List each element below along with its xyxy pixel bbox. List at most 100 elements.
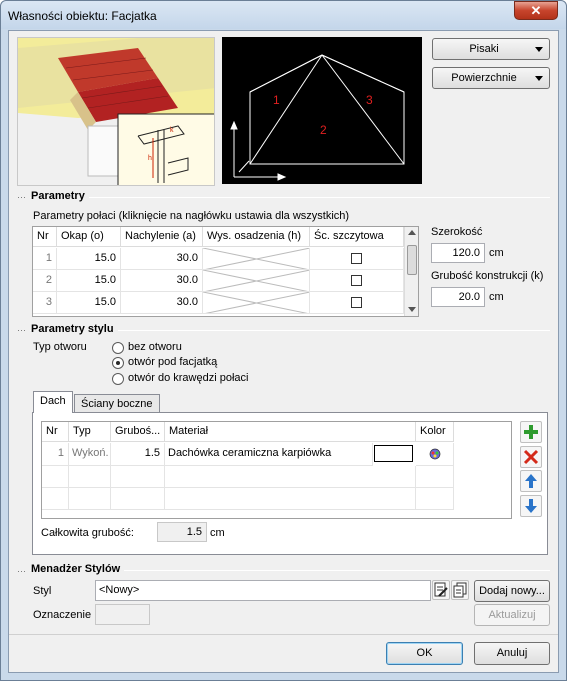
cell-sciana[interactable]: [310, 270, 404, 292]
radio-bez-otworu[interactable]: [112, 342, 124, 354]
scroll-thumb[interactable]: [407, 245, 417, 275]
layers-table[interactable]: Nr Typ Gruboś... Materiał Kolor 1 Wykoń.…: [41, 421, 512, 519]
plus-icon: [524, 425, 538, 439]
dormer-illustration: k h: [18, 38, 214, 185]
empty-cell: [69, 488, 111, 510]
empty-cell: [69, 466, 111, 488]
col-header-sciana[interactable]: Śc. szczytowa: [310, 227, 404, 247]
szerokosc-unit: cm: [489, 247, 504, 259]
delete-x-icon: [523, 449, 539, 465]
szerokosc-label: Szerokość: [431, 226, 483, 238]
empty-cell: [416, 466, 454, 488]
cell-wys-disabled: [203, 292, 310, 314]
params-hint: Parametry połaci (kliknięcie na nagłówku…: [33, 210, 350, 222]
sciana-checkbox[interactable]: [351, 297, 362, 308]
cell-nachylenie[interactable]: 30.0: [121, 292, 203, 314]
grubosc-label: Grubość konstrukcji (k): [431, 270, 544, 282]
roof-params-table[interactable]: Nr Okap (o) Nachylenie (a) Wys. osadzeni…: [32, 226, 419, 317]
copy-style-button[interactable]: [451, 580, 469, 600]
move-down-button[interactable]: [520, 495, 542, 517]
disabled-cell-hatch: [203, 248, 309, 269]
col-header-typ: Typ: [69, 422, 111, 442]
cell-wys-disabled: [203, 248, 310, 270]
total-thickness-unit: cm: [210, 527, 225, 539]
add-new-style-button[interactable]: Dodaj nowy...: [474, 580, 550, 602]
section-divider: [30, 197, 550, 198]
update-style-button[interactable]: Aktualizuj: [474, 604, 550, 626]
radio-pod-facjatka-label[interactable]: otwór pod facjatką: [128, 356, 217, 368]
cancel-button[interactable]: Anuluj: [474, 642, 550, 665]
empty-cell: [111, 488, 165, 510]
col-header-wys[interactable]: Wys. osadzenia (h): [203, 227, 310, 247]
col-header-nr[interactable]: Nr: [33, 227, 57, 247]
move-up-button[interactable]: [520, 470, 542, 492]
close-button[interactable]: ✕: [514, 1, 558, 20]
cell-nachylenie[interactable]: 30.0: [121, 270, 203, 292]
scroll-up-icon[interactable]: [408, 230, 416, 235]
col-header-material: Materiał: [165, 422, 416, 442]
szerokosc-input[interactable]: 120.0: [431, 243, 485, 263]
layer-nr: 1: [42, 443, 69, 466]
radio-do-krawedzi[interactable]: [112, 373, 124, 385]
svg-text:k: k: [170, 127, 174, 134]
edit-style-button[interactable]: [432, 580, 450, 600]
svg-text:h: h: [148, 155, 152, 162]
layer-kolor[interactable]: [416, 443, 454, 466]
col-header-nachylenie[interactable]: Nachylenie (a): [121, 227, 203, 247]
oznaczenie-label: Oznaczenie: [33, 609, 92, 621]
layer-material[interactable]: Dachówka ceramiczna karpiówka: [165, 443, 373, 466]
empty-cell: [42, 466, 69, 488]
row-nr: 1: [33, 248, 57, 270]
radio-bez-otworu-label[interactable]: bez otworu: [128, 341, 182, 353]
layer-typ[interactable]: Wykoń.: [69, 443, 111, 466]
section-grip-icon: ⋯: [17, 325, 27, 335]
sciana-checkbox[interactable]: [351, 275, 362, 286]
styl-label: Styl: [33, 585, 52, 597]
layer-grubosc[interactable]: 1.5: [111, 443, 165, 466]
tab-dach[interactable]: Dach: [33, 391, 73, 413]
empty-cell: [416, 488, 454, 510]
powierzchnie-dropdown-button[interactable]: Powierzchnie: [432, 67, 550, 89]
window-title: Własności obiektu: Facjatka: [8, 9, 157, 23]
roof-plane-diagram: [230, 54, 405, 181]
cell-nachylenie[interactable]: 30.0: [121, 248, 203, 270]
row-nr: 3: [33, 292, 57, 314]
manager-section-header: Menadżer Stylów: [31, 563, 125, 575]
typ-otworu-label: Typ otworu: [33, 341, 87, 353]
document-edit-icon: [434, 582, 448, 597]
cell-wys-disabled: [203, 270, 310, 292]
oznaczenie-input: [95, 604, 150, 625]
section-grip-icon: ⋯: [17, 566, 27, 576]
pisaki-dropdown-button[interactable]: Pisaki: [432, 38, 550, 60]
footer-divider: [9, 634, 558, 635]
cell-sciana[interactable]: [310, 292, 404, 314]
add-layer-button[interactable]: [520, 421, 542, 443]
plane-label-2: 2: [320, 123, 327, 137]
dormer-3d-preview: k h: [17, 37, 215, 186]
total-thickness-label: Całkowita grubość:: [41, 527, 134, 539]
col-header-okap[interactable]: Okap (o): [57, 227, 121, 247]
tab-sciany-boczne[interactable]: Ściany boczne: [74, 394, 160, 413]
row-nr: 2: [33, 270, 57, 292]
scroll-down-icon[interactable]: [408, 307, 416, 312]
table-scrollbar[interactable]: [404, 227, 418, 316]
empty-cell: [165, 466, 416, 488]
empty-cell: [42, 488, 69, 510]
styl-select[interactable]: <Nowy>: [95, 580, 431, 601]
radio-pod-facjatka[interactable]: [112, 357, 124, 369]
radio-do-krawedzi-label[interactable]: otwór do krawędzi połaci: [128, 372, 248, 384]
color-picker-icon[interactable]: [416, 443, 454, 465]
cell-okap[interactable]: 15.0: [57, 248, 121, 270]
empty-cell: [111, 466, 165, 488]
cell-okap[interactable]: 15.0: [57, 292, 121, 314]
arrow-up-icon: [525, 474, 537, 488]
params-section-header: Parametry: [31, 190, 89, 202]
delete-layer-button[interactable]: [520, 446, 542, 468]
sciana-checkbox[interactable]: [351, 253, 362, 264]
cell-sciana[interactable]: [310, 248, 404, 270]
material-swatch[interactable]: [374, 445, 413, 462]
grubosc-input[interactable]: 20.0: [431, 287, 485, 307]
cell-okap[interactable]: 15.0: [57, 270, 121, 292]
ok-button[interactable]: OK: [386, 642, 463, 665]
roof-plane-preview[interactable]: 1 2 3: [222, 37, 422, 184]
